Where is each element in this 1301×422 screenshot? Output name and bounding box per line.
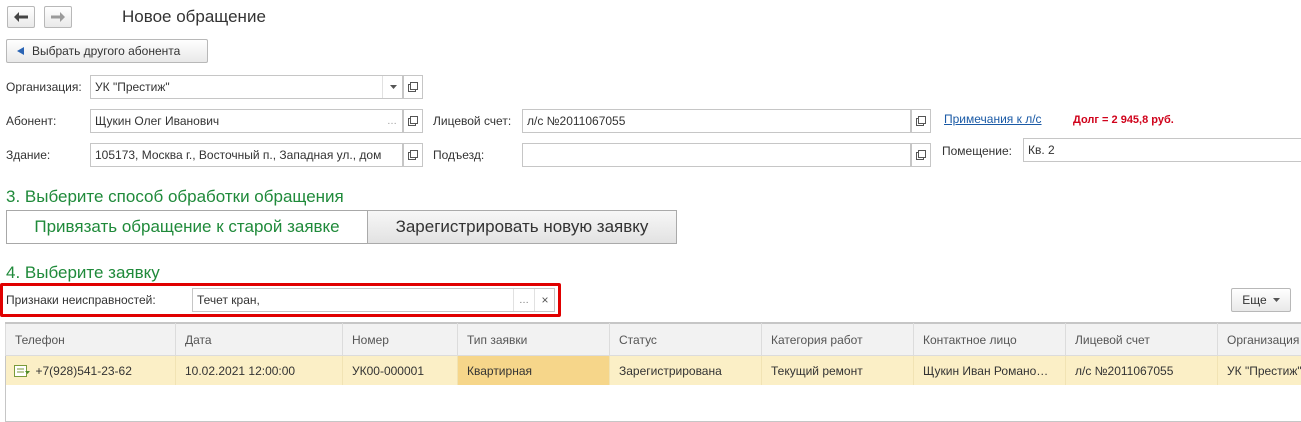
chevron-down-icon: [1273, 298, 1280, 302]
cell-phone-text: +7(928)541-23-62: [36, 364, 132, 378]
building-value: 105173, Москва г., Восточный п., Западна…: [95, 144, 399, 166]
arrow-right-icon: [51, 12, 65, 22]
building-open-button[interactable]: [403, 143, 423, 167]
column-header-work-category[interactable]: Категория работ: [762, 324, 914, 356]
forward-button[interactable]: [44, 6, 72, 28]
cell-status: Зарегистрирована: [610, 356, 762, 386]
room-value: Кв. 2: [1028, 139, 1055, 161]
document-icon: [14, 365, 30, 377]
cell-phone: +7(928)541-23-62: [6, 356, 176, 386]
more-button-label: Еще: [1242, 293, 1266, 307]
building-field[interactable]: 105173, Москва г., Восточный п., Западна…: [90, 143, 403, 167]
column-header-contact[interactable]: Контактное лицо: [914, 324, 1066, 356]
cell-work-category: Текущий ремонт: [762, 356, 914, 386]
subscriber-label: Абонент:: [6, 113, 56, 129]
cell-request-type: Квартирная: [458, 356, 610, 386]
close-icon: ×: [541, 293, 548, 307]
column-header-status[interactable]: Статус: [610, 324, 762, 356]
dropdown-button[interactable]: [382, 76, 403, 98]
cell-date: 10.02.2021 12:00:00: [176, 356, 343, 386]
column-header-phone[interactable]: Телефон: [6, 324, 176, 356]
account-label: Лицевой счет:: [433, 113, 511, 129]
room-field[interactable]: Кв. 2: [1023, 138, 1301, 162]
org-field[interactable]: УК "Престиж": [90, 75, 403, 99]
cell-organization: УК "Престиж": [1218, 356, 1301, 386]
open-window-icon: [916, 150, 926, 160]
building-label: Здание:: [6, 147, 50, 163]
subscriber-field[interactable]: Щукин Олег Иванович …: [90, 109, 403, 133]
account-notes-link[interactable]: Примечания к л/с: [944, 111, 1042, 127]
table-header-row: Телефон Дата Номер Тип заявки Статус Кат…: [6, 324, 1301, 356]
choose-other-subscriber-button[interactable]: Выбрать другого абонента: [6, 39, 208, 63]
open-window-icon: [408, 150, 418, 160]
symptoms-select-button[interactable]: …: [513, 289, 534, 311]
column-header-request-type[interactable]: Тип заявки: [458, 324, 610, 356]
debt-amount: Долг = 2 945,8 руб.: [1073, 112, 1174, 128]
symptoms-clear-button[interactable]: ×: [534, 289, 555, 311]
link-old-request-button[interactable]: Привязать обращение к старой заявке: [6, 210, 368, 244]
column-header-organization[interactable]: Организация: [1218, 324, 1301, 356]
open-window-icon: [408, 116, 418, 126]
back-button[interactable]: [7, 6, 35, 28]
open-window-icon: [408, 82, 418, 92]
table-row[interactable]: +7(928)541-23-62 10.02.2021 12:00:00 УК0…: [6, 356, 1301, 386]
column-header-date[interactable]: Дата: [176, 324, 343, 356]
step4-heading: 4. Выберите заявку: [6, 263, 160, 283]
cell-account: л/с №2011067055: [1066, 356, 1218, 386]
subscriber-value: Щукин Олег Иванович: [95, 110, 375, 132]
arrow-left-icon: [14, 12, 28, 22]
cell-contact: Щукин Иван Романо…: [914, 356, 1066, 386]
choose-other-subscriber-label: Выбрать другого абонента: [32, 44, 180, 58]
page-title: Новое обращение: [122, 7, 266, 27]
column-header-account[interactable]: Лицевой счет: [1066, 324, 1218, 356]
requests-table: Телефон Дата Номер Тип заявки Статус Кат…: [5, 323, 1301, 385]
org-value: УК "Престиж": [95, 76, 380, 98]
step3-heading: 3. Выберите способ обработки обращения: [6, 187, 344, 207]
column-header-number[interactable]: Номер: [343, 324, 458, 356]
account-value: л/с №2011067055: [527, 110, 897, 132]
cell-number: УК00-000001: [343, 356, 458, 386]
org-open-button[interactable]: [403, 75, 423, 99]
subscriber-open-button[interactable]: [403, 109, 423, 133]
symptoms-value: Течет кран,: [197, 289, 260, 311]
org-label: Организация:: [6, 79, 82, 95]
triangle-left-icon: [17, 47, 24, 55]
subscriber-select-button[interactable]: …: [382, 110, 402, 132]
symptoms-field[interactable]: Течет кран, … ×: [192, 288, 555, 312]
register-new-request-button[interactable]: Зарегистрировать новую заявку: [367, 210, 677, 244]
entrance-label: Подъезд:: [433, 147, 484, 163]
entrance-open-button[interactable]: [911, 143, 931, 167]
account-field[interactable]: л/с №2011067055: [522, 109, 911, 133]
entrance-field[interactable]: [522, 143, 911, 167]
chevron-down-icon: [390, 85, 397, 89]
more-button[interactable]: Еще: [1231, 288, 1291, 312]
account-open-button[interactable]: [911, 109, 931, 133]
symptoms-label: Признаки неисправностей:: [6, 292, 156, 308]
open-window-icon: [916, 116, 926, 126]
room-label: Помещение:: [942, 143, 1012, 159]
